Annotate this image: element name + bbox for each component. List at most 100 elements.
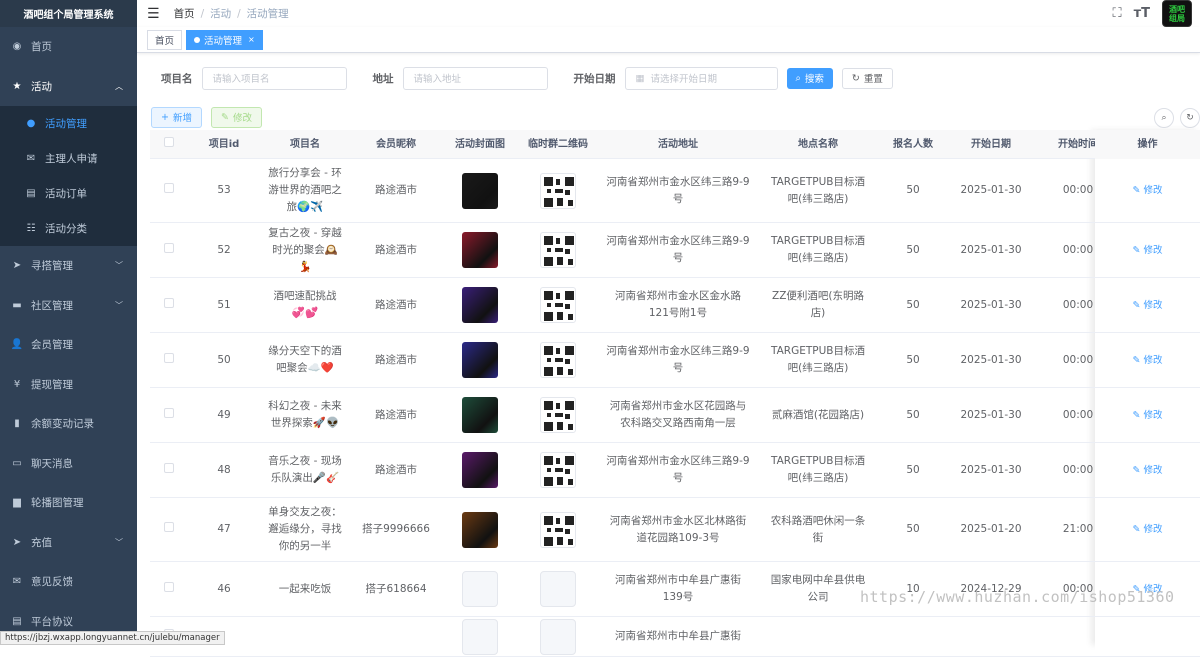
- table-cell: 53: [188, 182, 260, 199]
- tag-home[interactable]: 首页: [147, 30, 182, 50]
- row-checkbox[interactable]: [164, 522, 174, 532]
- table-cell: 单身交友之夜：邂逅缘分，寻找你的另一半: [260, 504, 350, 555]
- refresh-icon[interactable]: ↻: [1180, 108, 1200, 128]
- reset-button[interactable]: ↻重置: [842, 68, 893, 89]
- sidebar-item-8[interactable]: ▆轮播图管理: [0, 483, 137, 523]
- row-checkbox[interactable]: [164, 408, 174, 418]
- group-qr-code-image[interactable]: [540, 232, 576, 268]
- sidebar-item-label: 首页: [31, 39, 52, 54]
- group-qr-code-image[interactable]: [540, 287, 576, 323]
- activity-cover-image[interactable]: [462, 287, 498, 323]
- sidebar-item-label: 会员管理: [31, 337, 73, 352]
- table-cell: [150, 352, 188, 369]
- activity-cover-image[interactable]: [462, 342, 498, 378]
- group-qr-code-image[interactable]: [540, 397, 576, 433]
- table-row[interactable]: 49科幻之夜 - 未来世界探索🚀👽路途酒市河南省郑州市金水区花园路与农科路交叉路…: [150, 388, 1200, 443]
- edit-button[interactable]: ✎修改: [211, 107, 262, 128]
- row-edit-button[interactable]: ✎ 修改: [1133, 182, 1163, 199]
- table-cell: 路途酒市: [350, 297, 442, 314]
- table-cell: [518, 571, 598, 607]
- row-checkbox[interactable]: [164, 183, 174, 193]
- member-nickname: 搭子9996666: [362, 523, 430, 535]
- action-cell: ✎ 修改: [1095, 223, 1200, 277]
- sidebar-item-label: 聊天消息: [31, 456, 73, 471]
- chevron-up-icon: ︿: [115, 81, 123, 92]
- font-size-icon[interactable]: тT: [1134, 6, 1150, 21]
- tag-activity-manage[interactable]: 活动管理×: [186, 30, 263, 50]
- sidebar-item-0[interactable]: ◉ 首页: [0, 27, 137, 67]
- activity-cover-image[interactable]: [462, 232, 498, 268]
- group-qr-code-image[interactable]: [540, 173, 576, 209]
- action-cell: ✎ 修改: [1095, 443, 1200, 497]
- member-nickname: 路途酒市: [375, 409, 417, 421]
- row-checkbox[interactable]: [164, 463, 174, 473]
- avatar[interactable]: 酒吧组局: [1162, 0, 1192, 27]
- activity-cover-image[interactable]: [462, 512, 498, 548]
- sidebar-item-1[interactable]: ★活动︿: [0, 67, 137, 107]
- search-toggle-icon[interactable]: ⌕: [1154, 108, 1174, 128]
- sidebar-item-10[interactable]: ✉意见反馈: [0, 562, 137, 602]
- row-edit-button[interactable]: ✎ 修改: [1133, 462, 1163, 479]
- table-cell: 2025-01-30: [948, 182, 1034, 199]
- sidebar-subitem-1[interactable]: ✉主理人申请: [0, 141, 137, 176]
- table-row[interactable]: 48音乐之夜 - 现场乐队演出🎤🎸路途酒市河南省郑州市金水区纬三路9-9号TAR…: [150, 443, 1200, 498]
- select-all-checkbox[interactable]: [150, 136, 188, 153]
- hamburger-icon[interactable]: ☰: [147, 6, 160, 22]
- sidebar-subitem-0[interactable]: ●活动管理: [0, 106, 137, 141]
- table-row[interactable]: 52复古之夜 - 穿越时光的聚会🕰️💃路途酒市河南省郑州市金水区纬三路9-9号T…: [150, 223, 1200, 278]
- activity-cover-image[interactable]: [462, 397, 498, 433]
- row-checkbox[interactable]: [164, 353, 174, 363]
- row-edit-button[interactable]: ✎ 修改: [1133, 407, 1163, 424]
- start-date-picker[interactable]: ▦请选择开始日期: [625, 67, 778, 90]
- table-cell: 河南省郑州市金水区金水路121号附1号: [598, 288, 758, 322]
- table-row[interactable]: 河南省郑州市中牟县广惠街: [150, 617, 1200, 657]
- activity-cover-image[interactable]: [462, 173, 498, 209]
- start-date: 2025-01-30: [960, 244, 1021, 256]
- search-button[interactable]: ⌕搜索: [787, 68, 833, 89]
- sidebar-item-5[interactable]: ¥提现管理: [0, 365, 137, 405]
- group-qr-code-image[interactable]: [540, 452, 576, 488]
- sidebar-item-4[interactable]: 👤会员管理: [0, 325, 137, 365]
- fullscreen-icon[interactable]: ⛶: [1112, 6, 1121, 21]
- group-qr-code-image[interactable]: [540, 512, 576, 548]
- activity-address: 河南省郑州市中牟县广惠街139号: [615, 574, 741, 603]
- table-row[interactable]: 47单身交友之夜：邂逅缘分，寻找你的另一半搭子9996666河南省郑州市金水区北…: [150, 498, 1200, 562]
- address-input[interactable]: 请输入地址: [403, 67, 548, 90]
- table-cell: TARGETPUB目标酒吧(纬三路店): [758, 233, 878, 267]
- breadcrumb-home[interactable]: 首页: [174, 8, 195, 20]
- row-edit-label: 修改: [1143, 524, 1162, 535]
- row-edit-button[interactable]: ✎ 修改: [1133, 521, 1163, 538]
- row-edit-button[interactable]: ✎ 修改: [1133, 352, 1163, 369]
- group-qr-code-image[interactable]: [540, 342, 576, 378]
- signup-count: 50: [906, 354, 919, 366]
- signup-count: 50: [906, 244, 919, 256]
- sidebar-subitem-2[interactable]: ▤活动订单: [0, 176, 137, 211]
- row-edit-button[interactable]: ✎ 修改: [1133, 297, 1163, 314]
- search-button-label: 搜索: [805, 71, 824, 85]
- sidebar-item-3[interactable]: ▬社区管理﹀: [0, 286, 137, 326]
- add-button[interactable]: +新增: [151, 107, 202, 128]
- table-cell: TARGETPUB目标酒吧(纬三路店): [758, 453, 878, 487]
- sidebar-item-6[interactable]: ▮余额变动记录: [0, 404, 137, 444]
- row-checkbox[interactable]: [164, 243, 174, 253]
- table-cell: 音乐之夜 - 现场乐队演出🎤🎸: [260, 453, 350, 487]
- sidebar-subitem-3[interactable]: ☷活动分类: [0, 211, 137, 246]
- dashboard-icon: ◉: [10, 41, 24, 52]
- sidebar-item-label: 余额变动记录: [31, 416, 94, 431]
- table-row[interactable]: 50缘分天空下的酒吧聚会☁️❤️路途酒市河南省郑州市金水区纬三路9-9号TARG…: [150, 333, 1200, 388]
- project-name-input[interactable]: 请输入项目名: [202, 67, 347, 90]
- sidebar-item-9[interactable]: ➤充值﹀: [0, 523, 137, 563]
- row-checkbox[interactable]: [164, 582, 174, 592]
- start-date: 2025-01-30: [960, 464, 1021, 476]
- row-edit-button[interactable]: ✎ 修改: [1133, 242, 1163, 259]
- sidebar-item-2[interactable]: ➤寻搭管理﹀: [0, 246, 137, 286]
- sidebar-item-7[interactable]: ▭聊天消息: [0, 444, 137, 484]
- table-row[interactable]: 51酒吧速配挑战💞💕路途酒市河南省郑州市金水区金水路121号附1号ZZ便利酒吧(…: [150, 278, 1200, 333]
- row-checkbox[interactable]: [164, 298, 174, 308]
- table-cell: 路途酒市: [350, 462, 442, 479]
- close-icon[interactable]: ×: [248, 35, 255, 44]
- activity-cover-image[interactable]: [462, 452, 498, 488]
- table-row[interactable]: 53旅行分享会 - 环游世界的酒吧之旅🌍✈️路途酒市河南省郑州市金水区纬三路9-…: [150, 159, 1200, 223]
- table-cell: [442, 173, 518, 209]
- table-cell: 复古之夜 - 穿越时光的聚会🕰️💃: [260, 225, 350, 276]
